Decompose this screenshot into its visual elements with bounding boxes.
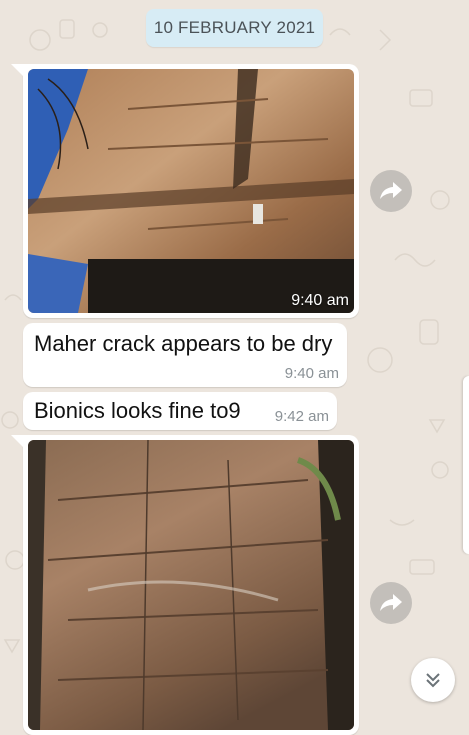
double-chevron-down-icon — [426, 673, 440, 688]
message-text: Bionics looks fine to9 — [34, 398, 241, 423]
forward-arrow-icon — [380, 182, 402, 199]
forward-arrow-icon — [380, 594, 402, 611]
forward-button[interactable] — [370, 582, 412, 624]
rock-face-photo[interactable] — [28, 440, 354, 730]
image-message[interactable]: 9:40 am — [11, 64, 359, 318]
bubble-tail — [11, 64, 25, 78]
scroll-to-bottom-button[interactable] — [411, 658, 455, 702]
message-time: 9:40 am — [284, 365, 339, 382]
rock-cliff-photo[interactable] — [28, 69, 354, 313]
message-time: 9:40 am — [291, 292, 349, 309]
text-message[interactable]: Bionics looks fine to9 9:42 am — [23, 392, 337, 430]
message-text: Maher crack appears to be dry — [34, 331, 333, 356]
text-message[interactable]: Maher crack appears to be dry 9:40 am — [23, 323, 347, 387]
message-time: 9:42 am — [274, 408, 329, 425]
date-separator: 10 FEBRUARY 2021 — [146, 9, 323, 47]
image-message[interactable] — [11, 435, 359, 735]
forward-button[interactable] — [370, 170, 412, 212]
bubble-tail — [11, 435, 25, 449]
scrollbar[interactable] — [463, 376, 469, 554]
